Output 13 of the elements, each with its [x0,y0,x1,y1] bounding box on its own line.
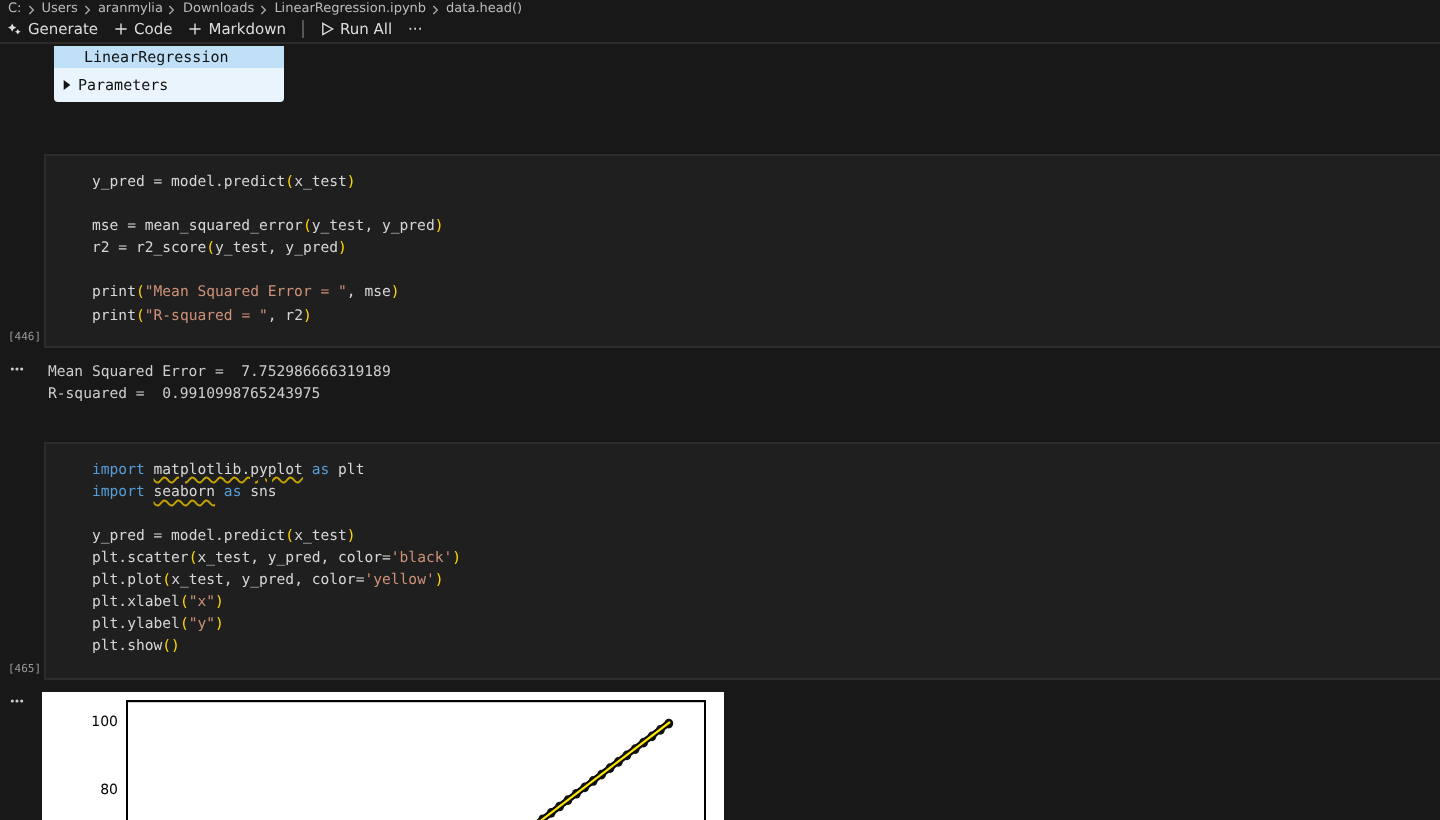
chevron-icon [260,3,269,15]
plus-icon [114,22,129,36]
sparkle-icon [8,22,22,36]
chevron-icon [27,3,36,15]
code-cell[interactable] [44,441,1440,679]
more-icon[interactable] [10,697,24,703]
play-icon [319,22,334,36]
more-icon[interactable] [10,365,24,372]
chevron-icon [168,3,177,15]
chevron-icon [83,3,92,15]
plus-icon [188,22,203,36]
chevron-icon [432,3,441,15]
expand-icon [62,80,72,90]
